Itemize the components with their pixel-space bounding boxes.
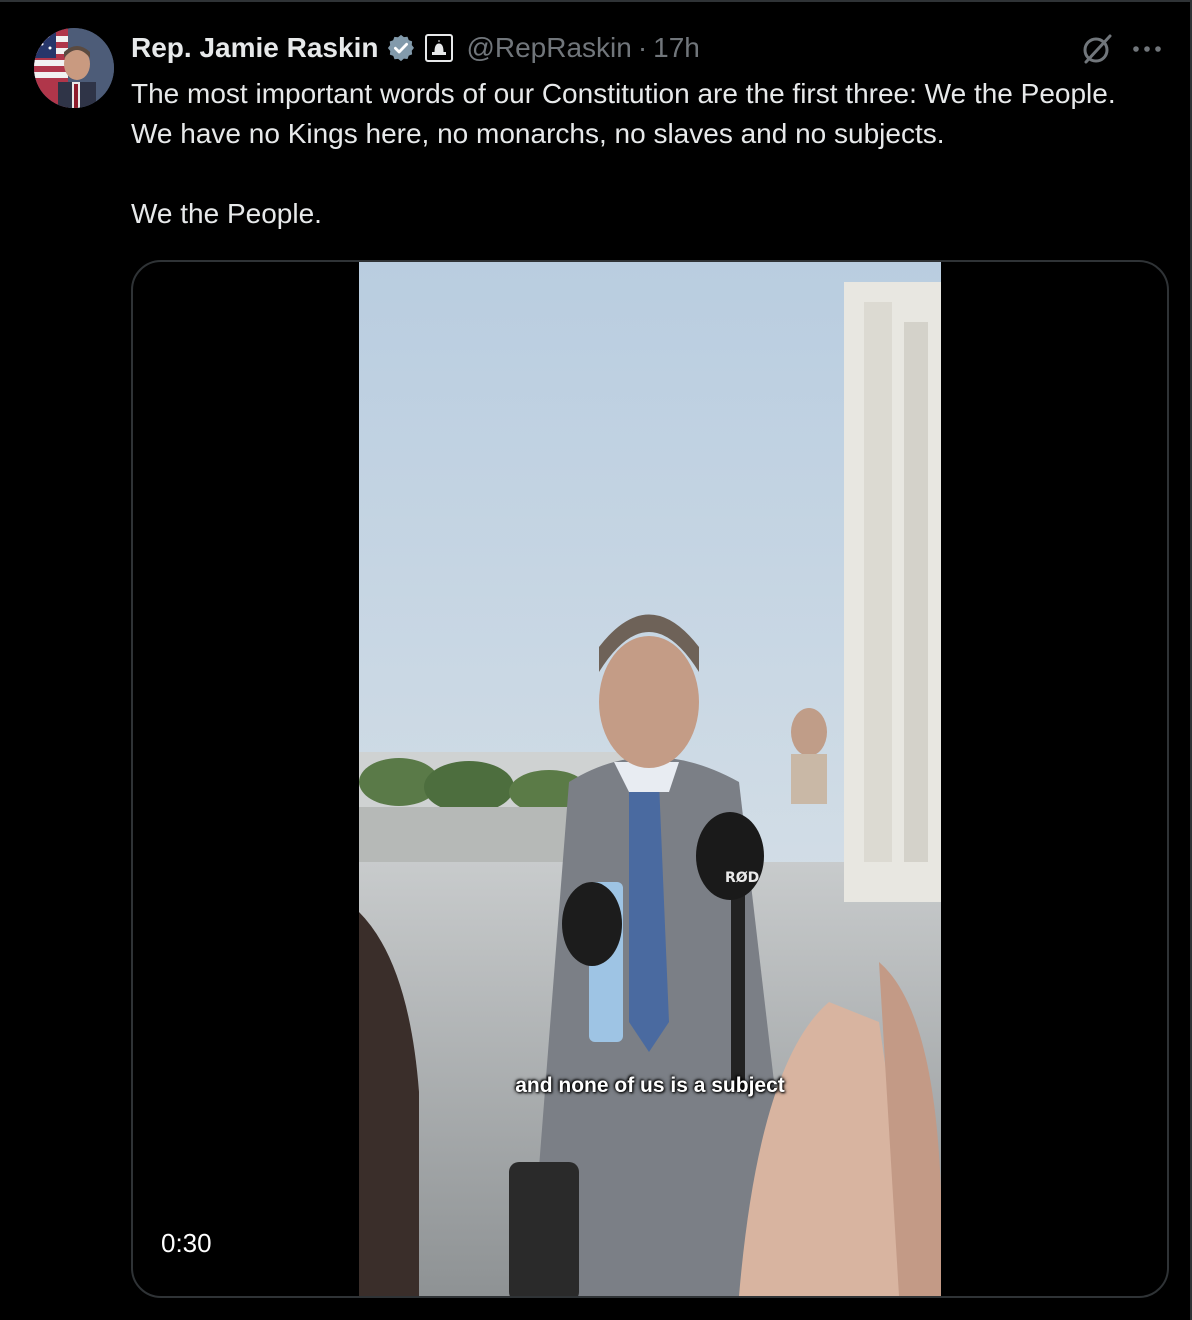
tweet-text: The most important words of our Constitu… bbox=[131, 74, 1141, 234]
tweet-text-paragraph: We the People. bbox=[131, 198, 322, 229]
avatar[interactable] bbox=[34, 28, 114, 108]
timestamp[interactable]: 17h bbox=[653, 32, 700, 64]
tweet-text-paragraph: The most important words of our Constitu… bbox=[131, 78, 1116, 149]
separator-dot: · bbox=[637, 32, 648, 63]
video-frame[interactable]: RØD and none of us is a subject bbox=[359, 262, 941, 1296]
more-dots-icon[interactable] bbox=[1128, 30, 1166, 68]
mic-flag-label: RØD bbox=[725, 870, 759, 886]
video-duration[interactable]: 0:30 bbox=[161, 1228, 212, 1259]
tweet-header: Rep. Jamie Raskin @RepRaskin · 17h bbox=[131, 28, 700, 68]
video-caption: and none of us is a subject bbox=[515, 1074, 785, 1097]
grok-icon[interactable] bbox=[1078, 30, 1116, 68]
author-display-name[interactable]: Rep. Jamie Raskin bbox=[131, 32, 378, 64]
author-handle[interactable]: @RepRaskin bbox=[466, 32, 631, 64]
capitol-dome-icon[interactable] bbox=[424, 33, 454, 63]
video-player[interactable]: RØD and none of us is a subject 0:30 bbox=[131, 260, 1169, 1298]
verified-badge-icon[interactable] bbox=[386, 33, 416, 63]
tweet[interactable]: Rep. Jamie Raskin @RepRaskin · 17h The m… bbox=[0, 0, 1192, 1320]
